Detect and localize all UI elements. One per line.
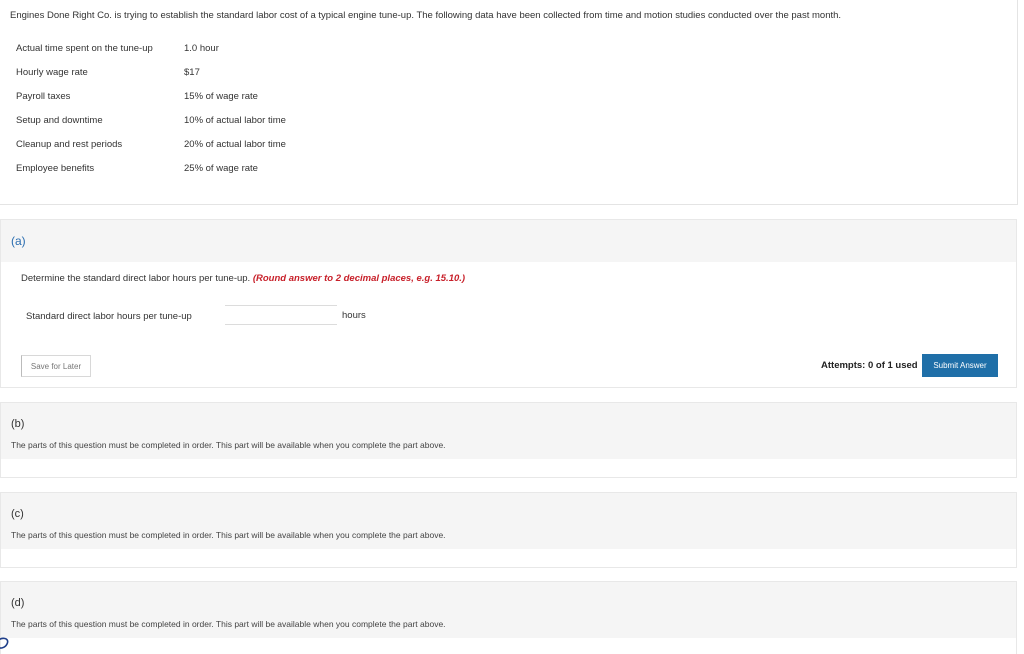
data-label: Cleanup and rest periods: [16, 139, 123, 150]
data-label: Payroll taxes: [16, 91, 71, 102]
part-b-letter: (b): [11, 418, 25, 430]
swirl-icon: [0, 637, 9, 649]
part-d-header: [1, 582, 1016, 638]
intro-text: Engines Done Right Co. is trying to esta…: [10, 10, 842, 21]
data-value: 15% of wage rate: [184, 91, 258, 102]
submit-answer-button[interactable]: Submit Answer: [922, 354, 998, 377]
part-c-header: [1, 493, 1016, 549]
data-label: Employee benefits: [16, 163, 95, 174]
part-d-letter: (d): [11, 597, 25, 609]
question-text: Determine the standard direct labor hour…: [21, 273, 251, 284]
part-a-header: (a): [1, 220, 1016, 262]
part-c-letter: (c): [11, 508, 24, 520]
part-b-locked-note: The parts of this question must be compl…: [11, 440, 446, 450]
data-label: Actual time spent on the tune-up: [16, 43, 153, 54]
part-d-locked-note: The parts of this question must be compl…: [11, 619, 446, 629]
problem-intro: Engines Done Right Co. is trying to esta…: [0, 0, 1018, 205]
rounding-hint: (Round answer to 2 decimal places, e.g. …: [252, 273, 466, 284]
data-value: $17: [184, 67, 200, 78]
data-value: 1.0 hour: [184, 43, 219, 54]
unit-label: hours: [342, 310, 366, 321]
part-a-question: Determine the standard direct labor hour…: [21, 273, 465, 284]
part-c-locked-note: The parts of this question must be compl…: [11, 530, 446, 540]
part-b-header: [1, 403, 1016, 459]
part-a-panel: (a) Determine the standard direct labor …: [0, 219, 1017, 388]
answer-input[interactable]: [225, 305, 337, 325]
part-c-panel: (c) The parts of this question must be c…: [0, 492, 1017, 568]
data-value: 25% of wage rate: [184, 163, 258, 174]
data-value: 10% of actual labor time: [184, 115, 286, 126]
part-a-letter: (a): [11, 234, 26, 248]
part-b-panel: (b) The parts of this question must be c…: [0, 402, 1017, 478]
part-d-panel: (d) The parts of this question must be c…: [0, 581, 1017, 654]
answer-field-label: Standard direct labor hours per tune-up: [26, 311, 192, 322]
attempts-counter: Attempts: 0 of 1 used: [821, 360, 918, 371]
data-label: Hourly wage rate: [16, 67, 88, 78]
data-value: 20% of actual labor time: [184, 139, 286, 150]
data-label: Setup and downtime: [16, 115, 103, 126]
save-for-later-button[interactable]: Save for Later: [21, 355, 91, 377]
